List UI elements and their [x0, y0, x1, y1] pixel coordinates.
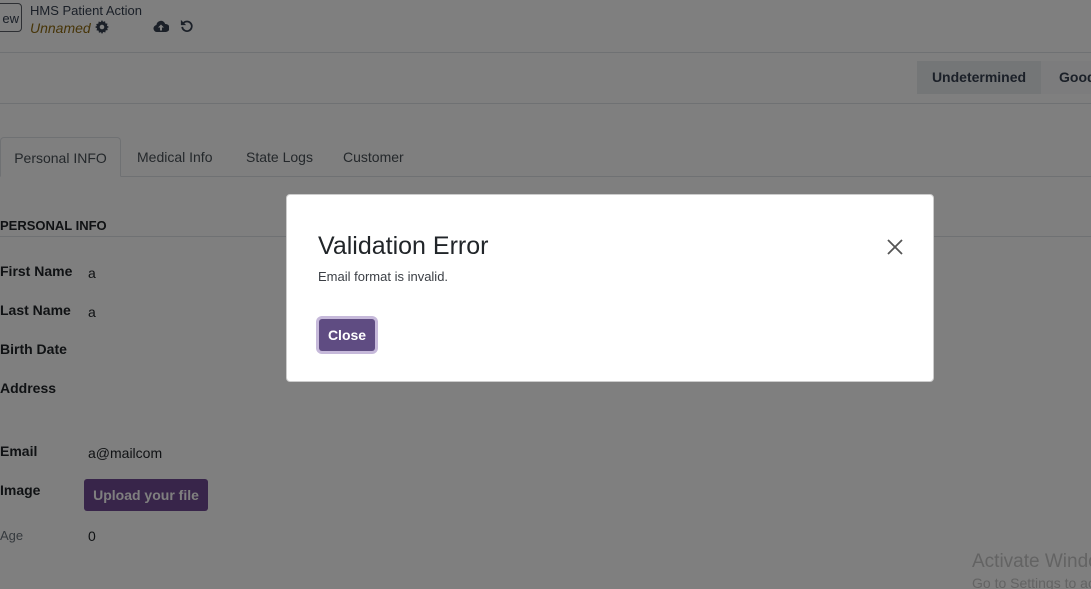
close-icon[interactable] [885, 237, 905, 257]
validation-error-dialog: Validation Error Email format is invalid… [286, 194, 934, 382]
close-button[interactable]: Close [319, 319, 375, 351]
dialog-message: Email format is invalid. [318, 269, 449, 284]
dialog-title: Validation Error [318, 232, 489, 260]
app-window: ew HMS Patient Action Unnamed Undetermin… [0, 0, 1091, 589]
